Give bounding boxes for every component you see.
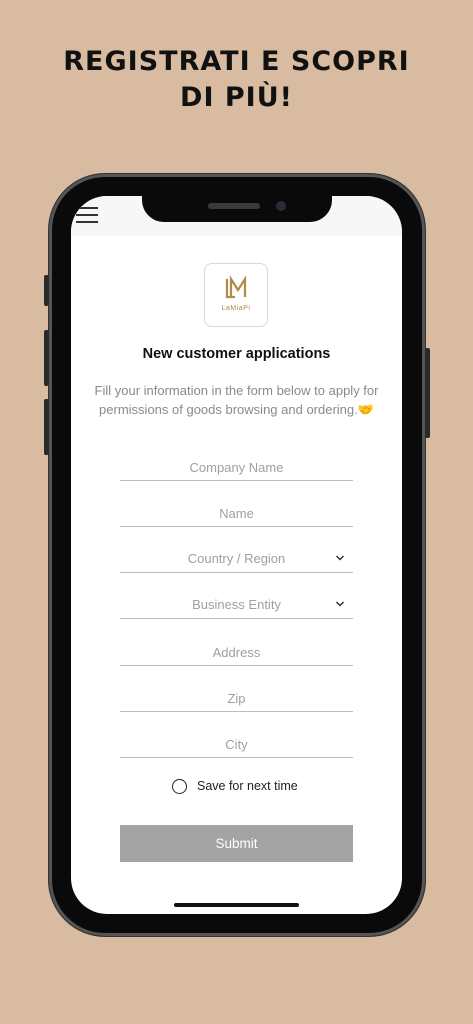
- save-radio[interactable]: [172, 778, 187, 794]
- brand-logo: LaMiaPi: [204, 263, 268, 327]
- headline-line-1: REGISTRATI E SCOPRI: [63, 46, 410, 77]
- company-name-input[interactable]: [120, 455, 353, 479]
- city-field: [120, 732, 353, 758]
- submit-button[interactable]: Submit: [120, 825, 353, 862]
- name-input[interactable]: [120, 501, 353, 525]
- address-field: [120, 640, 353, 666]
- hamburger-icon[interactable]: [76, 207, 98, 223]
- country-region-label: Country / Region: [187, 551, 286, 566]
- phone-camera: [276, 201, 286, 211]
- phone-speaker: [208, 203, 260, 209]
- save-label: Save for next time: [197, 779, 298, 793]
- promo-headline: REGISTRATI E SCOPRI DI PIÙ!: [0, 44, 473, 116]
- address-input[interactable]: [120, 640, 353, 664]
- home-indicator: [174, 903, 299, 907]
- form-description: Fill your information in the form below …: [94, 383, 379, 417]
- zip-field: [120, 686, 353, 712]
- business-entity-select[interactable]: Business Entity: [120, 593, 353, 619]
- zip-input[interactable]: [120, 686, 353, 710]
- name-field: [120, 501, 353, 527]
- brand-logo-mark: LaMiaPi: [222, 275, 251, 312]
- phone-side-button: [44, 275, 49, 306]
- chevron-down-icon: [335, 601, 345, 607]
- save-for-next-time-option[interactable]: Save for next time: [172, 777, 298, 795]
- phone-power-button: [425, 348, 430, 438]
- chevron-down-icon: [335, 555, 345, 561]
- form-title: New customer applications: [142, 346, 331, 362]
- company-name-field: [120, 455, 353, 481]
- business-entity-label: Business Entity: [192, 597, 281, 612]
- phone-volume-down: [44, 399, 49, 455]
- headline-line-2: DI PIÙ!: [180, 82, 293, 113]
- phone-volume-up: [44, 330, 49, 386]
- city-input[interactable]: [120, 732, 353, 756]
- brand-wordmark: LaMiaPi: [222, 305, 251, 312]
- country-region-select[interactable]: Country / Region: [120, 547, 353, 573]
- app-screen: LaMiaPi New customer applications Fill y…: [71, 196, 402, 914]
